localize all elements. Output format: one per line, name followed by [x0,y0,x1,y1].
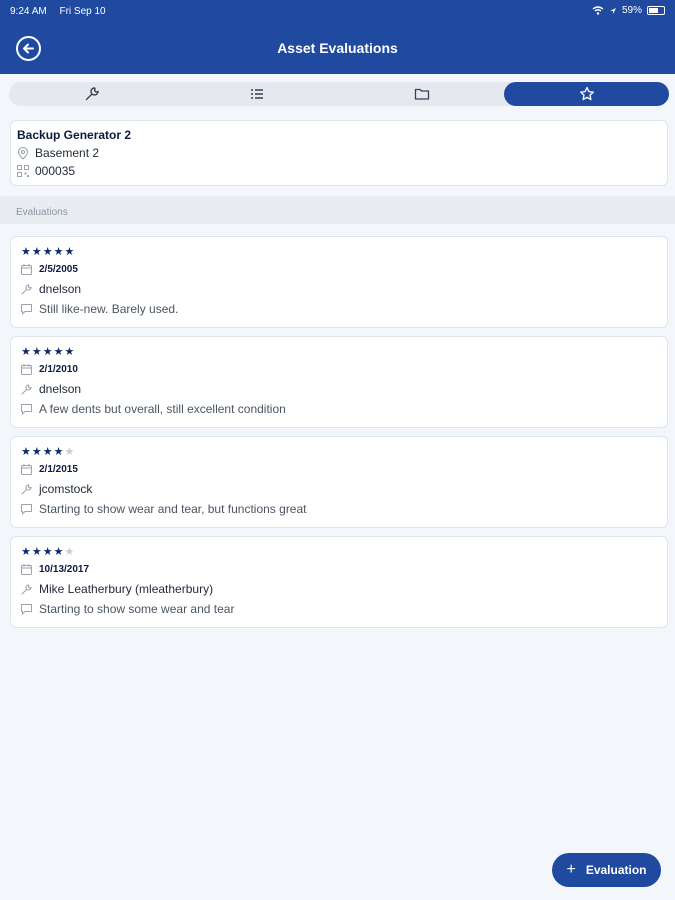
star-rating: ★★★★★ [21,445,657,459]
evaluation-user-row: dnelson [21,279,657,299]
wrench-icon [21,283,32,295]
evaluation-user-row: Mike Leatherbury (mleatherbury) [21,579,657,599]
evaluation-list: ★★★★★ 2/5/2005 dnelson Still like-new. B… [10,236,668,636]
evaluation-date-row: 2/1/2010 [21,359,657,379]
wrench-icon [85,87,99,101]
star-empty: ★ [64,446,76,458]
asset-code: 000035 [35,164,76,178]
add-evaluation-button[interactable]: + Evaluation [552,853,661,887]
comment-icon [21,603,32,614]
comment-icon [21,303,32,314]
star-icon [579,86,594,101]
evaluation-date: 2/1/2010 [39,363,78,375]
comment-icon [21,503,32,514]
plus-icon: + [566,861,576,878]
star-rating: ★★★★★ [21,345,657,359]
evaluation-card[interactable]: ★★★★★ 2/1/2010 dnelson A few dents but o… [10,336,668,428]
evaluation-date-row: 10/13/2017 [21,559,657,579]
stars-filled: ★★★★★ [21,346,76,358]
calendar-icon [21,563,32,575]
tab-list[interactable] [174,82,339,106]
evaluation-date-row: 2/1/2015 [21,459,657,479]
star-rating: ★★★★★ [21,245,657,259]
star-rating: ★★★★★ [21,545,657,559]
evaluation-user-row: dnelson [21,379,657,399]
asset-location: Basement 2 [35,146,100,160]
wifi-icon [592,6,604,15]
tab-files[interactable] [339,82,504,106]
list-icon [250,89,263,99]
stars-filled: ★★★★ [21,546,65,558]
status-bar: 9:24 AM Fri Sep 10 59% [0,0,675,22]
evaluation-card[interactable]: ★★★★★ 10/13/2017 Mike Leatherbury (mleat… [10,536,668,628]
evaluation-comment-row: Starting to show wear and tear, but func… [21,499,657,519]
app-header: 9:24 AM Fri Sep 10 59% Asset Evaluations [0,0,675,74]
evaluation-comment: Starting to show some wear and tear [39,602,235,616]
asset-code-row: 000035 [17,164,661,178]
calendar-icon [21,263,32,275]
evaluation-comment-row: A few dents but overall, still excellent… [21,399,657,419]
wrench-icon [21,583,32,595]
comment-icon [21,403,32,414]
folder-icon [414,88,429,100]
stars-filled: ★★★★★ [21,246,76,258]
evaluation-user: dnelson [39,282,82,296]
asset-summary-card: Backup Generator 2 Basement 2 000035 [10,120,668,186]
evaluation-card[interactable]: ★★★★★ 2/1/2015 jcomstock Starting to sho… [10,436,668,528]
battery-icon [647,6,665,15]
status-time: 9:24 AM [10,6,47,17]
stars-filled: ★★★★ [21,446,65,458]
calendar-icon [21,363,32,375]
add-evaluation-label: Evaluation [585,863,647,877]
calendar-icon [21,463,32,475]
evaluation-comment: Starting to show wear and tear, but func… [39,502,307,516]
location-arrow-icon [609,7,616,14]
tab-bar [9,82,669,106]
evaluation-comment-row: Starting to show some wear and tear [21,599,657,619]
evaluation-user: dnelson [39,382,82,396]
evaluation-comment: Still like-new. Barely used. [39,302,179,316]
evaluation-user: Mike Leatherbury (mleatherbury) [39,582,214,596]
evaluation-comment-row: Still like-new. Barely used. [21,299,657,319]
evaluation-card[interactable]: ★★★★★ 2/5/2005 dnelson Still like-new. B… [10,236,668,328]
evaluation-date: 2/5/2005 [39,263,78,275]
battery-percent: 59% [621,5,642,16]
tab-details[interactable] [9,82,174,106]
wrench-icon [21,383,32,395]
evaluation-date-row: 2/5/2005 [21,259,657,279]
qr-code-icon [17,165,29,177]
status-date: Fri Sep 10 [59,6,106,17]
asset-name: Backup Generator 2 [17,128,132,142]
star-empty: ★ [64,546,76,558]
evaluation-user-row: jcomstock [21,479,657,499]
wrench-icon [21,483,32,495]
tab-evaluations[interactable] [504,82,669,106]
section-header-evaluations: Evaluations [0,196,675,224]
evaluation-user: jcomstock [39,482,93,496]
location-pin-icon [17,146,29,160]
evaluation-date: 2/1/2015 [39,463,78,475]
page-title: Asset Evaluations [277,40,398,56]
evaluation-comment: A few dents but overall, still excellent… [39,402,286,416]
asset-location-row: Basement 2 [17,146,661,160]
evaluation-date: 10/13/2017 [39,563,90,575]
